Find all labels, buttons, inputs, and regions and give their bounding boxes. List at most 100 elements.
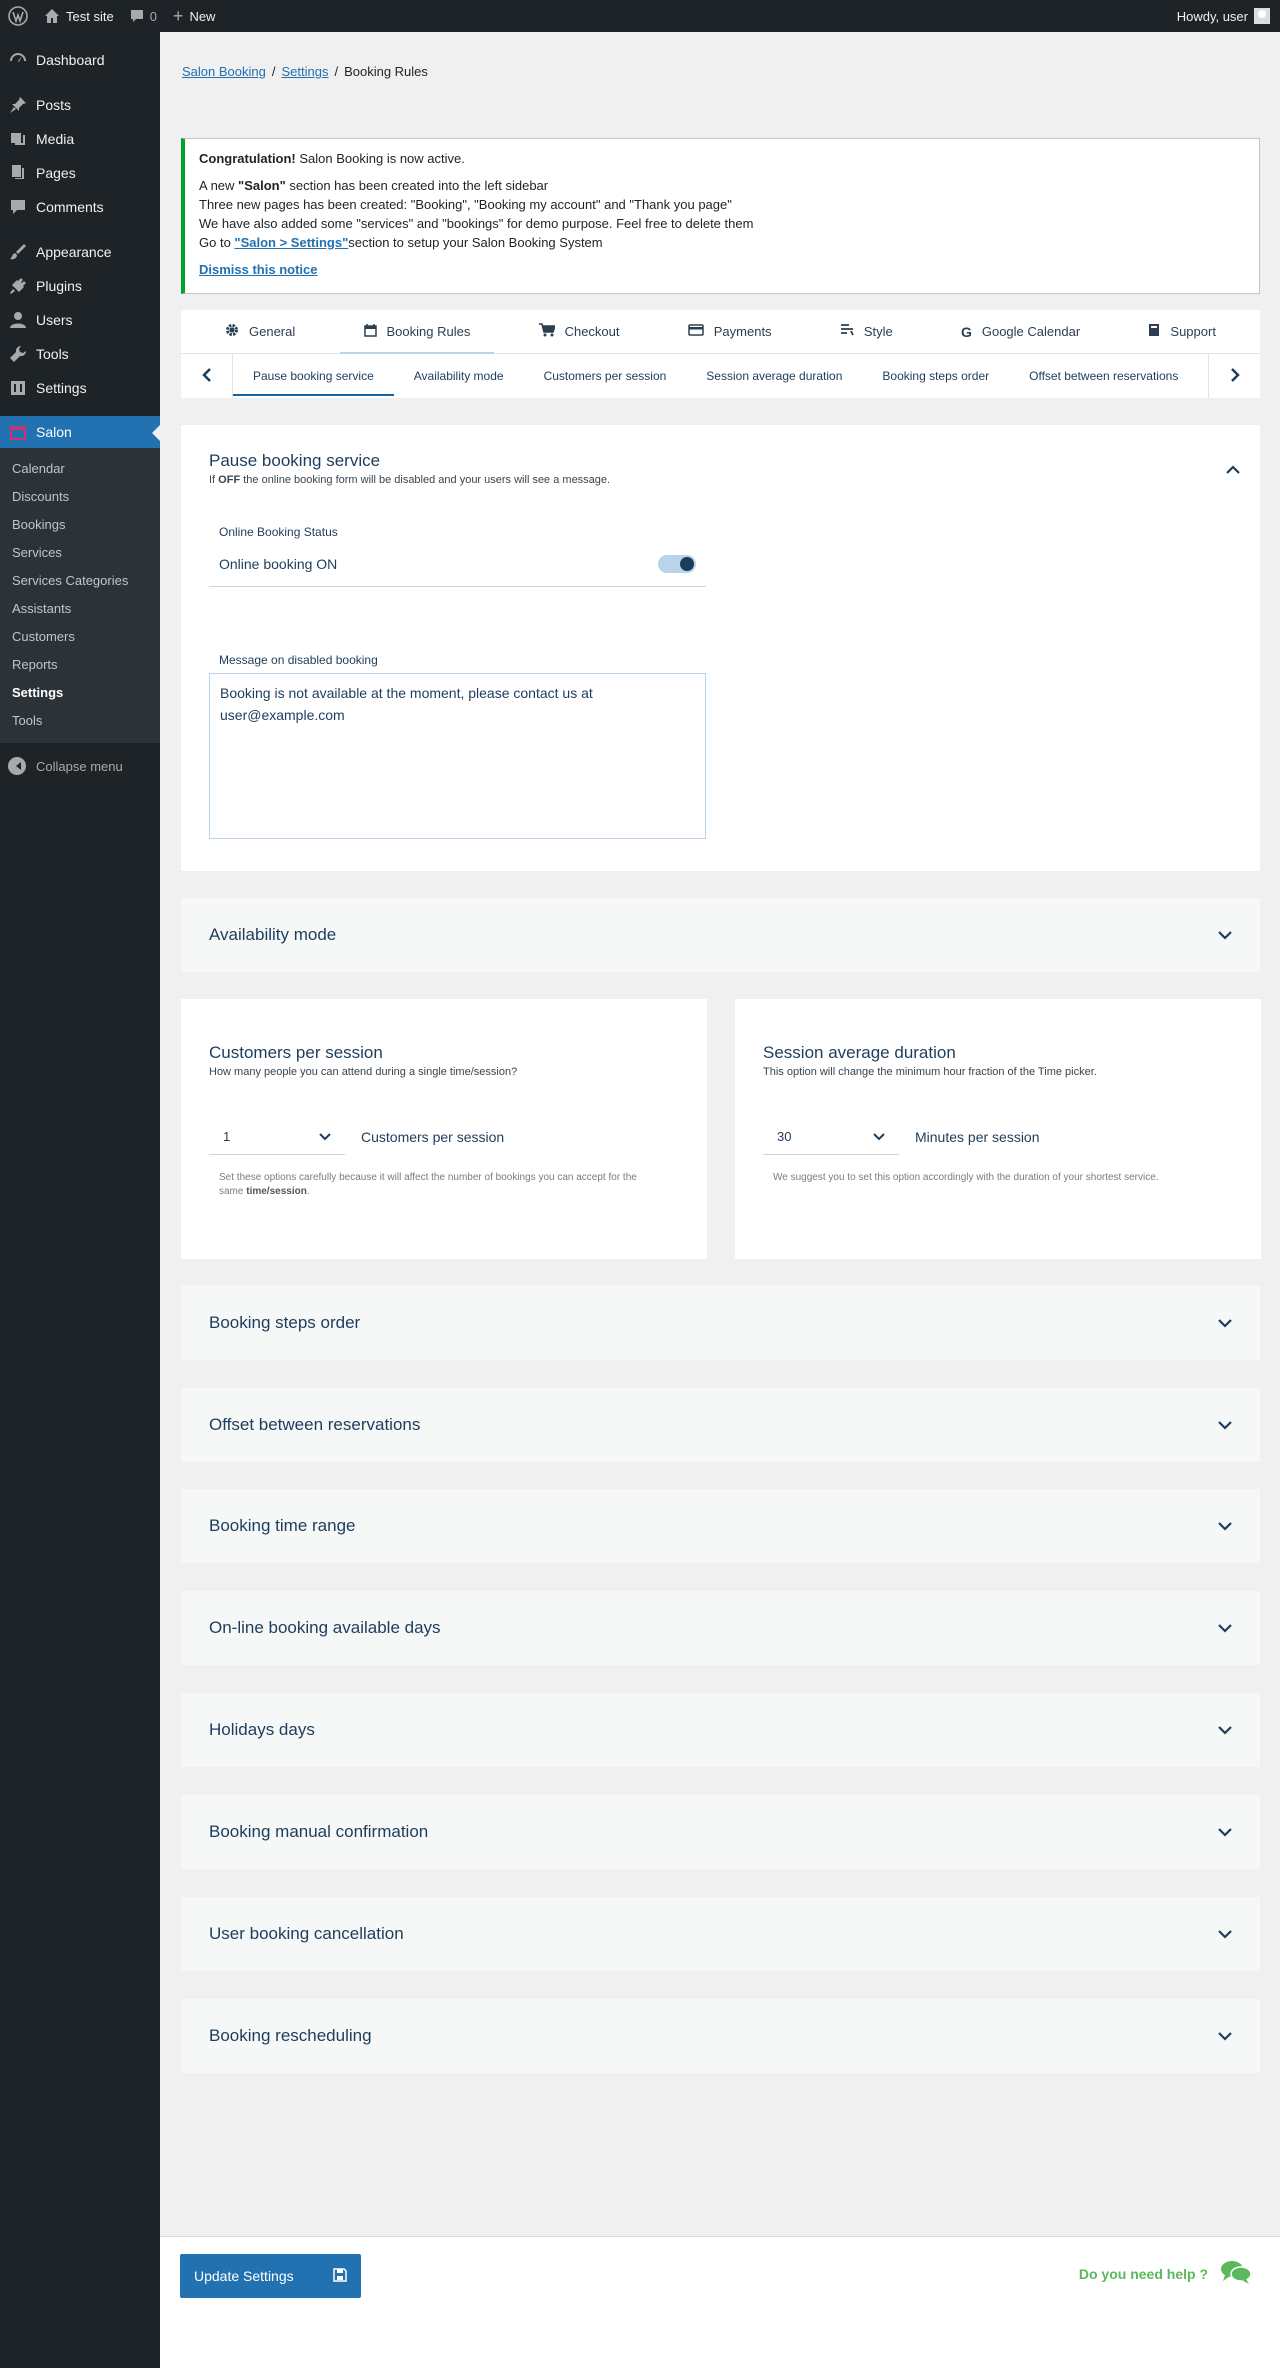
tab-checkout[interactable]: Checkout [515, 310, 644, 354]
tab-label: General [249, 324, 296, 339]
update-settings-button[interactable]: Update Settings [180, 2254, 361, 2298]
sidebar-item-plugins[interactable]: Plugins [0, 269, 160, 303]
hint-text-bold: time/session [246, 1186, 307, 1197]
sidebar-item-tools[interactable]: Tools [0, 337, 160, 371]
chevron-up-icon[interactable] [1226, 463, 1240, 478]
sidebar-item-media[interactable]: Media [0, 122, 160, 156]
subtab-booking-steps-order[interactable]: Booking steps order [862, 354, 1009, 398]
select-value: 30 [777, 1129, 792, 1144]
submenu-item-services[interactable]: Services [0, 539, 160, 567]
booking-steps-order-panel[interactable]: Booking steps order [181, 1286, 1260, 1360]
booking-rescheduling-panel[interactable]: Booking rescheduling [181, 1999, 1260, 2073]
panel-title: User booking cancellation [209, 1924, 404, 1943]
booking-manual-confirmation-panel[interactable]: Booking manual confirmation [181, 1795, 1260, 1869]
comments-link[interactable]: 0 [122, 0, 165, 32]
panel-title: Customers per session [209, 1043, 383, 1062]
dismiss-notice-link[interactable]: Dismiss this notice [199, 262, 317, 277]
tab-google-calendar[interactable]: G Google Calendar [937, 310, 1104, 354]
session-duration-select[interactable]: 30 [763, 1119, 899, 1155]
submenu-item-calendar[interactable]: Calendar [0, 455, 160, 483]
online-booking-available-days-panel[interactable]: On-line booking available days [181, 1591, 1260, 1665]
breadcrumb-salon-booking[interactable]: Salon Booking [182, 64, 266, 79]
sidebar-item-settings[interactable]: Settings [0, 371, 160, 405]
collapse-label: Collapse menu [36, 758, 123, 774]
booking-time-range-panel[interactable]: Booking time range [181, 1489, 1260, 1563]
subtab-pause-booking-service[interactable]: Pause booking service [233, 354, 394, 398]
settings-footer-bar: Update Settings Do you need help ? [160, 2236, 1280, 2368]
tab-style[interactable]: Style [816, 310, 917, 354]
new-label: New [189, 8, 216, 24]
submenu-item-tools[interactable]: Tools [0, 707, 160, 735]
customers-per-session-select[interactable]: 1 [209, 1119, 345, 1155]
submenu-item-settings[interactable]: Settings [0, 679, 160, 707]
site-name-link[interactable]: Test site [36, 0, 122, 32]
tab-general[interactable]: General [201, 310, 319, 354]
holidays-days-panel[interactable]: Holidays days [181, 1693, 1260, 1767]
offset-between-reservations-panel[interactable]: Offset between reservations [181, 1388, 1260, 1462]
user-icon [8, 310, 28, 330]
notice-line-1: A new "Salon" section has been created i… [199, 176, 1245, 195]
availability-mode-panel[interactable]: Availability mode [181, 898, 1260, 972]
chevron-left-icon [201, 367, 212, 385]
chevron-down-icon [1218, 1418, 1232, 1433]
breadcrumb-separator: / [334, 64, 339, 79]
tab-support[interactable]: Support [1124, 310, 1240, 354]
subtabs-next-button[interactable] [1208, 354, 1260, 398]
sidebar-label: Settings [36, 380, 87, 396]
subtab-customers-per-session[interactable]: Customers per session [524, 354, 687, 398]
tab-label: Booking Rules [386, 324, 471, 339]
tab-booking-rules[interactable]: Booking Rules [339, 310, 495, 355]
new-content-link[interactable]: + New [165, 0, 224, 32]
submenu-item-services-categories[interactable]: Services Categories [0, 567, 160, 595]
user-booking-cancellation-panel[interactable]: User booking cancellation [181, 1897, 1260, 1971]
submenu-item-bookings[interactable]: Bookings [0, 511, 160, 539]
panel-title: Booking steps order [209, 1313, 361, 1332]
subtab-session-average-duration[interactable]: Session average duration [686, 354, 862, 398]
help-link[interactable]: Do you need help ? [1079, 2259, 1252, 2288]
account-menu[interactable]: Howdy, user [1177, 8, 1280, 24]
notice-text: section to setup your Salon Booking Syst… [348, 235, 603, 250]
panel-description: This option will change the minimum hour… [763, 1066, 1097, 1078]
sidebar-item-dashboard[interactable]: Dashboard [0, 43, 160, 77]
sidebar-item-appearance[interactable]: Appearance [0, 235, 160, 269]
subtab-offset-between-reservations[interactable]: Offset between reservations [1009, 354, 1198, 398]
calendar-icon [363, 323, 377, 340]
submenu-item-discounts[interactable]: Discounts [0, 483, 160, 511]
calendar-icon [8, 422, 28, 442]
panel-title: Pause booking service [209, 451, 381, 470]
sidebar-item-users[interactable]: Users [0, 303, 160, 337]
chevron-down-icon [873, 1129, 885, 1144]
breadcrumb-settings[interactable]: Settings [281, 64, 328, 79]
collapse-menu-button[interactable]: Collapse menu [0, 749, 160, 783]
chevron-down-icon [1218, 1723, 1232, 1738]
panel-title: Availability mode [209, 925, 337, 944]
settings-tabs: General Booking Rules Checkout Payments … [181, 310, 1260, 355]
sidebar-label: Appearance [36, 244, 112, 260]
panel-description: How many people you can attend during a … [209, 1066, 518, 1078]
disabled-message-textarea[interactable]: Booking is not available at the moment, … [209, 673, 706, 839]
subtabs-prev-button[interactable] [181, 354, 233, 398]
salon-settings-link[interactable]: "Salon > Settings" [234, 235, 348, 250]
tab-payments[interactable]: Payments [664, 310, 796, 354]
submenu-item-reports[interactable]: Reports [0, 651, 160, 679]
sidebar-item-salon[interactable]: Salon [0, 416, 160, 448]
chevron-down-icon [1218, 928, 1232, 943]
submenu-item-customers[interactable]: Customers [0, 623, 160, 651]
duration-hint: We suggest you to set this option accord… [773, 1172, 1159, 1183]
wordpress-logo-icon[interactable] [0, 0, 36, 32]
sidebar-item-pages[interactable]: Pages [0, 156, 160, 190]
save-icon [333, 2267, 347, 2285]
subtab-availability-mode[interactable]: Availability mode [394, 354, 524, 398]
online-booking-switch[interactable] [658, 554, 696, 573]
panel-title: On-line booking available days [209, 1618, 441, 1637]
howdy-text: Howdy, user [1176, 8, 1248, 24]
customers-per-session-panel: Customers per session How many people yo… [181, 999, 707, 1259]
help-label: Do you need help ? [1078, 2265, 1208, 2282]
activation-notice: Congratulation! Salon Booking is now act… [181, 138, 1260, 294]
submenu-item-assistants[interactable]: Assistants [0, 595, 160, 623]
collapse-arrow-icon [8, 757, 26, 775]
sidebar-label: Salon [36, 424, 72, 440]
sidebar-item-posts[interactable]: Posts [0, 88, 160, 122]
comment-bubble-icon [130, 9, 144, 23]
sidebar-item-comments[interactable]: Comments [0, 190, 160, 224]
